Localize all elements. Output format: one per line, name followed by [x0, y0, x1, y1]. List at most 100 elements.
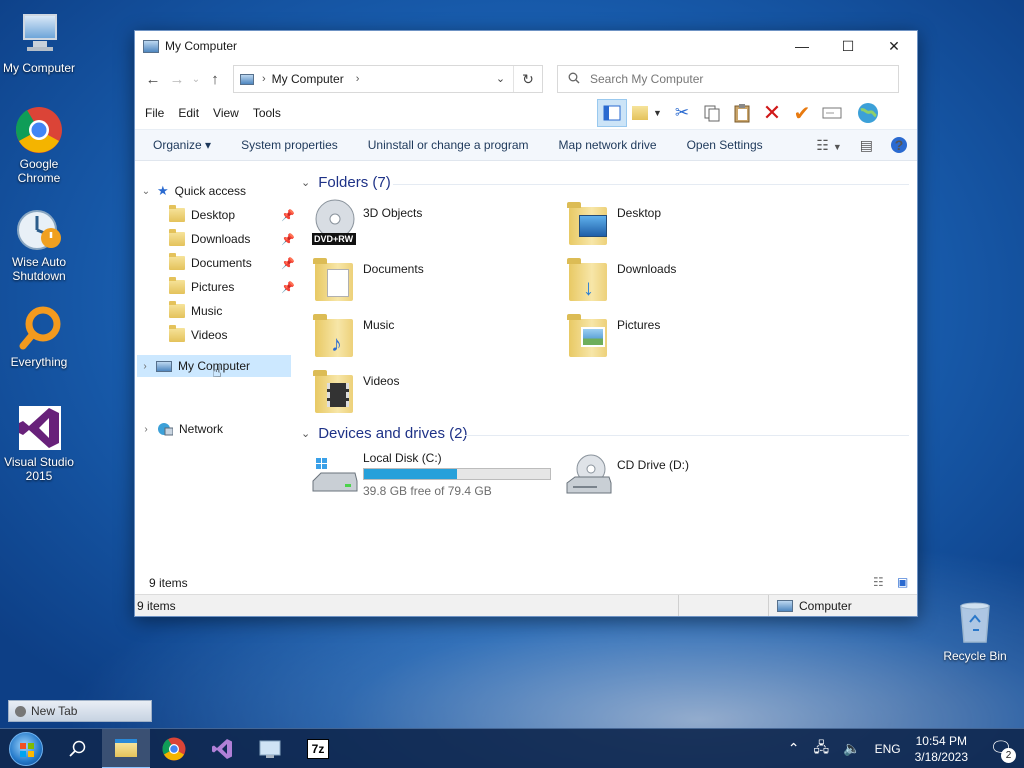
uninstall-program-button[interactable]: Uninstall or change a program [368, 138, 529, 152]
folder-videos[interactable]: Videos [311, 367, 399, 415]
desktop-icon-label: Visual Studio 2015 [4, 455, 74, 483]
nav-item-my-computer[interactable]: › My Computer ☝ [137, 355, 291, 381]
search-box[interactable]: Search My Computer [557, 65, 899, 93]
menu-edit[interactable]: Edit [178, 106, 199, 120]
taskbar-file-explorer[interactable] [102, 728, 150, 768]
folder-pictures[interactable]: Pictures [565, 311, 660, 359]
rename-icon[interactable] [817, 99, 847, 127]
desktop-icon-chrome[interactable]: Google Chrome [0, 106, 78, 185]
group-label: Folders (7) [318, 174, 391, 191]
large-icons-view-icon[interactable]: ▣ [897, 575, 908, 589]
folder-downloads[interactable]: ↓ Downloads [565, 255, 676, 303]
documents-folder-icon [311, 255, 359, 303]
start-button[interactable] [6, 729, 46, 768]
system-tray: ⌃ 🖧 🔈 ENG 10:54 PM 3/18/2023 🗨 2 [788, 732, 1024, 766]
breadcrumb-location[interactable]: My Computer [272, 72, 344, 86]
folder-options-icon[interactable]: ▼ [627, 99, 667, 127]
chevron-up-icon[interactable]: ⌃ [788, 740, 800, 757]
folder-documents[interactable]: Documents [311, 255, 424, 303]
system-properties-button[interactable]: System properties [241, 138, 338, 152]
nav-item-network[interactable]: › Network [139, 418, 223, 440]
folder-music[interactable]: ♪ Music [311, 311, 394, 359]
up-button[interactable]: ↑ [203, 67, 227, 91]
breadcrumb-separator[interactable]: › [356, 73, 360, 85]
preview-pane-icon[interactable] [597, 99, 627, 127]
tile-label: Music [363, 318, 395, 332]
nav-item-documents[interactable]: Documents 📌 [165, 252, 295, 274]
nav-item-videos[interactable]: Videos [165, 324, 227, 346]
chevron-down-icon[interactable]: ⌄ [301, 176, 310, 189]
control-panel-icon [259, 740, 281, 758]
tile-label: Documents [363, 262, 424, 276]
recent-locations-chevron-icon[interactable]: ⌄ [189, 67, 203, 91]
pin-icon: 📌 [281, 257, 295, 270]
taskbar-visual-studio[interactable] [198, 729, 246, 768]
music-folder-icon: ♪ [311, 311, 359, 359]
back-button[interactable]: ← [141, 67, 165, 91]
chevron-down-icon[interactable]: ⌄ [301, 427, 310, 440]
volume-icon[interactable]: 🔈 [843, 740, 860, 757]
language-indicator[interactable]: ENG [875, 742, 901, 756]
organize-button[interactable]: Organize ▾ [153, 138, 211, 152]
dvd-icon: DVD+RW [311, 199, 359, 247]
title-bar[interactable]: My Computer — ☐ ✕ [135, 31, 917, 61]
cut-icon[interactable]: ✂ [667, 99, 697, 127]
desktop-folder-icon [565, 199, 613, 247]
folder-desktop[interactable]: Desktop [565, 199, 661, 247]
drive-local-disk-c[interactable]: Local Disk (C:) 39.8 GB free of 79.4 GB [311, 451, 551, 499]
folders-group-header[interactable]: ⌄ Folders (7) [301, 174, 391, 191]
minimize-button[interactable]: — [779, 31, 825, 61]
nav-item-desktop[interactable]: Desktop 📌 [165, 204, 295, 226]
nav-item-pictures[interactable]: Pictures 📌 [165, 276, 295, 298]
devices-group-header[interactable]: ⌄ Devices and drives (2) [301, 425, 467, 442]
forward-button[interactable]: → [165, 67, 189, 91]
chevron-right-icon[interactable]: › [139, 424, 153, 435]
search-icon [69, 740, 86, 757]
maximize-button[interactable]: ☐ [825, 31, 871, 61]
new-tab-window[interactable]: New Tab [8, 700, 152, 722]
nav-item-music[interactable]: Music [165, 300, 222, 322]
change-view-icon[interactable]: ☷ ▼ [816, 137, 841, 154]
search-input[interactable]: Search My Computer [590, 72, 703, 86]
chevron-down-icon[interactable]: ⌄ [488, 66, 514, 92]
taskbar-7zip[interactable]: 7z [294, 729, 342, 768]
desktop-icon-visual-studio[interactable]: Visual Studio 2015 [0, 404, 78, 483]
chrome-icon [162, 737, 186, 760]
address-bar[interactable]: › My Computer › ⌄ ↻ [233, 65, 543, 93]
drive-cd-d[interactable]: CD Drive (D:) [565, 451, 689, 499]
map-network-drive-button[interactable]: Map network drive [559, 138, 657, 152]
paste-icon[interactable] [727, 99, 757, 127]
nav-item-downloads[interactable]: Downloads 📌 [165, 228, 295, 250]
desktop-icon-everything[interactable]: Everything [0, 304, 78, 369]
nav-quick-access[interactable]: ⌄ ★ Quick access [139, 180, 246, 202]
action-center-button[interactable]: 🗨 2 [984, 732, 1018, 766]
search-button[interactable] [54, 729, 102, 768]
properties-check-icon[interactable]: ✔ [787, 99, 817, 127]
desktop-icon-my-computer[interactable]: My Computer [0, 10, 78, 75]
menu-file[interactable]: File [145, 106, 164, 120]
cd-drive-icon [565, 451, 613, 499]
taskbar-chrome[interactable] [150, 729, 198, 768]
clock[interactable]: 10:54 PM 3/18/2023 [915, 733, 968, 765]
delete-icon[interactable]: ✕ [757, 99, 787, 127]
desktop-icon-recycle-bin[interactable]: Recycle Bin [936, 598, 1014, 663]
network-status-icon[interactable]: 🖧 [814, 737, 830, 761]
menu-tools[interactable]: Tools [253, 106, 281, 120]
chevron-down-icon[interactable]: ⌄ [139, 186, 153, 197]
globe-icon[interactable] [853, 99, 883, 127]
menu-view[interactable]: View [213, 106, 239, 120]
open-settings-button[interactable]: Open Settings [687, 138, 763, 152]
pictures-folder-icon [565, 311, 613, 359]
preview-pane-toggle-icon[interactable]: ▤ [860, 137, 873, 154]
help-icon[interactable]: ? [891, 137, 907, 153]
status-items: 9 items [137, 598, 176, 613]
tile-label: Downloads [617, 262, 677, 276]
chevron-right-icon[interactable]: › [138, 361, 152, 372]
desktop-icon-wise-auto-shutdown[interactable]: Wise Auto Shutdown [0, 204, 78, 283]
refresh-icon[interactable]: ↻ [514, 71, 542, 88]
close-button[interactable]: ✕ [871, 31, 917, 61]
details-view-icon[interactable]: ☷ [873, 575, 884, 589]
copy-icon[interactable] [697, 99, 727, 127]
folder-3d-objects[interactable]: DVD+RW 3D Objects [311, 199, 422, 247]
taskbar-control-panel[interactable] [246, 729, 294, 768]
